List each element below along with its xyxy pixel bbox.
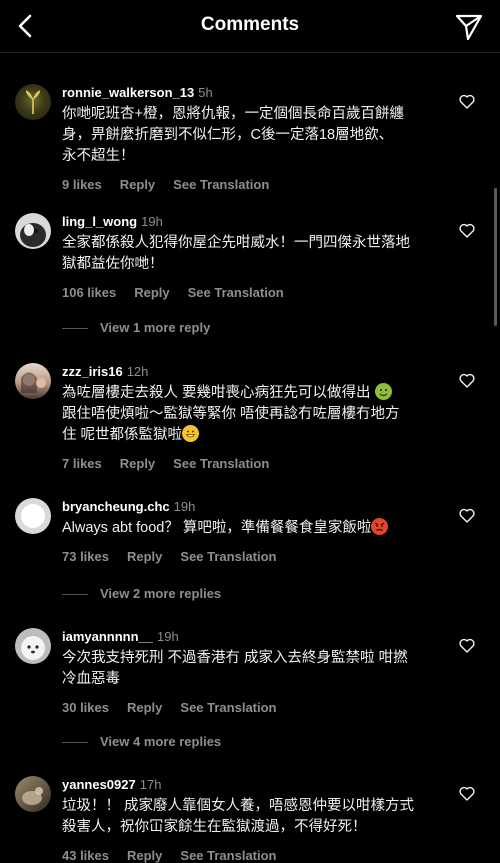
avatar[interactable] xyxy=(15,776,51,812)
view-more-replies[interactable]: View 1 more reply xyxy=(62,320,210,335)
comment-username[interactable]: ronnie_walkerson_13 xyxy=(62,85,194,100)
angry-face-icon xyxy=(371,518,389,535)
view-more-replies[interactable]: View 2 more replies xyxy=(62,586,221,601)
avatar[interactable] xyxy=(15,363,51,399)
comment-line: 獄都益佐你哋！ xyxy=(62,256,164,272)
share-button[interactable] xyxy=(454,12,484,42)
comment-text: 你哋呢班杏+橙，恩將仇報，一定個個長命百歲百餅纏 身，畀餅麼折磨到不似仁形，C後… xyxy=(62,104,460,167)
comment-actions: 9 likes Reply See Translation xyxy=(62,177,460,192)
see-translation-button[interactable]: See Translation xyxy=(180,700,276,715)
comment-line: 冷血惡毒 xyxy=(62,671,120,687)
comment-text: Always abt food？ 算吧啦，準備餐餐食皇家飯啦 xyxy=(62,518,460,539)
view-more-label[interactable]: View 2 more replies xyxy=(100,586,221,601)
comment-line-text: 為咗層樓走去殺人 要幾咁喪心病狂先可以做得出 xyxy=(62,385,371,401)
comment-text: 今次我支持死刑 不過香港冇 成家入去終身監禁啦 咁撚 冷血惡毒 xyxy=(62,648,460,690)
likes-count[interactable]: 106 likes xyxy=(62,285,116,300)
comment-line: 身，畀餅麼折磨到不似仁形，C後一定落18層地欲、 xyxy=(62,127,394,143)
comment-line: 為咗層樓走去殺人 要幾咁喪心病狂先可以做得出 xyxy=(62,383,460,404)
comment-username[interactable]: yannes0927 xyxy=(62,777,136,792)
comment-line: Always abt food？ 算吧啦，準備餐餐食皇家飯啦 xyxy=(62,518,460,539)
comment-username[interactable]: bryancheung.chc xyxy=(62,499,170,514)
comment-time: 17h xyxy=(139,777,162,792)
header-bar: Comments xyxy=(0,0,500,53)
likes-count[interactable]: 9 likes xyxy=(62,177,102,192)
see-translation-button[interactable]: See Translation xyxy=(173,177,269,192)
avatar[interactable] xyxy=(15,213,51,249)
likes-count[interactable]: 43 likes xyxy=(62,848,109,863)
comment-line: 全家都係殺人犯得你屋企先咁威水！一門四傑永世落地 xyxy=(62,235,410,251)
comment-actions: 73 likes Reply See Translation xyxy=(62,549,460,564)
heart-icon[interactable] xyxy=(459,223,475,238)
view-more-label[interactable]: View 4 more replies xyxy=(100,734,221,749)
comment-body: ling_l_wong 19h 全家都係殺人犯得你屋企先咁威水！一門四傑永世落地 … xyxy=(62,213,460,300)
comment-time: 5h xyxy=(198,85,213,100)
comment-line: 住 呢世都係監獄啦 xyxy=(62,425,460,446)
cat-icon xyxy=(22,787,43,805)
comment-body: ronnie_walkerson_13 5h 你哋呢班杏+橙，恩將仇報，一定個個長… xyxy=(62,84,460,192)
see-translation-button[interactable]: See Translation xyxy=(173,456,269,471)
default-avatar-icon xyxy=(21,504,45,528)
comment-actions: 106 likes Reply See Translation xyxy=(62,285,460,300)
comment-line: 垃圾！！ 成家廢人靠個女人養，唔感恩仲要以咁樣方式 xyxy=(62,798,415,814)
dog-icon xyxy=(20,223,46,247)
heart-icon[interactable] xyxy=(459,638,475,653)
person-icon xyxy=(21,372,46,393)
comment-actions: 7 likes Reply See Translation xyxy=(62,456,460,471)
comment-text: 為咗層樓走去殺人 要幾咁喪心病狂先可以做得出 跟住唔使煩啦～監獄等緊你 唔使再諗… xyxy=(62,383,460,446)
comment-text: 垃圾！！ 成家廢人靠個女人養，唔感恩仲要以咁樣方式 殺害人，祝你冚家餘生在監獄渡… xyxy=(62,796,460,838)
comment-line: 今次我支持死刑 不過香港冇 成家入去終身監禁啦 咁撚 xyxy=(62,650,408,666)
comment-text: 全家都係殺人犯得你屋企先咁威水！一門四傑永世落地 獄都益佐你哋！ xyxy=(62,233,460,275)
page-title: Comments xyxy=(200,14,300,35)
comment-time: 19h xyxy=(173,499,196,514)
comment-body: bryancheung.chc 19h Always abt food？ 算吧啦，… xyxy=(62,498,460,564)
reply-button[interactable]: Reply xyxy=(120,177,155,192)
heart-icon[interactable] xyxy=(459,786,475,801)
comment-username[interactable]: ling_l_wong xyxy=(62,214,137,229)
comment-username[interactable]: zzz_iris16 xyxy=(62,364,123,379)
comment-time: 19h xyxy=(141,214,163,229)
comment-line: 永不超生！ xyxy=(62,148,135,164)
reply-button[interactable]: Reply xyxy=(120,456,155,471)
see-translation-button[interactable]: See Translation xyxy=(188,285,284,300)
comment-body: yannes0927 17h 垃圾！！ 成家廢人靠個女人養，唔感恩仲要以咁樣方式 … xyxy=(62,776,460,863)
scrollbar[interactable] xyxy=(494,188,497,326)
white-dog-icon xyxy=(21,636,45,660)
avatar[interactable] xyxy=(15,84,51,120)
avatar[interactable] xyxy=(15,498,51,534)
heart-icon[interactable] xyxy=(459,508,475,523)
see-translation-button[interactable]: See Translation xyxy=(180,549,276,564)
comment-actions: 30 likes Reply See Translation xyxy=(62,700,460,715)
likes-count[interactable]: 73 likes xyxy=(62,549,109,564)
likes-count[interactable]: 30 likes xyxy=(62,700,109,715)
view-more-label[interactable]: View 1 more reply xyxy=(100,320,210,335)
reply-button[interactable]: Reply xyxy=(127,700,162,715)
divider xyxy=(62,328,88,330)
reply-button[interactable]: Reply xyxy=(127,848,162,863)
heart-icon[interactable] xyxy=(459,373,475,388)
divider xyxy=(62,594,88,596)
comment-time: 12h xyxy=(126,364,149,379)
paper-plane-icon xyxy=(455,14,483,41)
reply-button[interactable]: Reply xyxy=(127,549,162,564)
likes-count[interactable]: 7 likes xyxy=(62,456,102,471)
comment-line: 跟住唔使煩啦～監獄等緊你 唔使再諗冇咗層樓冇地方 xyxy=(62,406,400,422)
divider xyxy=(62,742,88,744)
nauseated-face-icon xyxy=(374,383,392,400)
heart-icon[interactable] xyxy=(459,94,475,109)
see-translation-button[interactable]: See Translation xyxy=(180,848,276,863)
comment-body: zzz_iris16 12h 為咗層樓走去殺人 要幾咁喪心病狂先可以做得出 跟住唔… xyxy=(62,363,460,471)
comment-line: 你哋呢班杏+橙，恩將仇報，一定個個長命百歲百餅纏 xyxy=(62,106,404,122)
comment-username[interactable]: iamyannnnn__ xyxy=(62,629,153,644)
plant-icon xyxy=(25,90,41,114)
comment-line-text: 住 呢世都係監獄啦 xyxy=(62,427,183,443)
avatar[interactable] xyxy=(15,628,51,664)
grinning-face-icon xyxy=(182,425,200,442)
comment-time: 19h xyxy=(157,629,179,644)
comment-body: iamyannnnn__ 19h 今次我支持死刑 不過香港冇 成家入去終身監禁啦 … xyxy=(62,628,460,715)
view-more-replies[interactable]: View 4 more replies xyxy=(62,734,221,749)
reply-button[interactable]: Reply xyxy=(134,285,169,300)
comment-line: 殺害人，祝你冚家餘生在監獄渡過，不得好死！ xyxy=(62,819,367,835)
comment-line-text: Always abt food？ 算吧啦，準備餐餐食皇家飯啦 xyxy=(62,520,372,536)
comment-actions: 43 likes Reply See Translation xyxy=(62,848,460,863)
